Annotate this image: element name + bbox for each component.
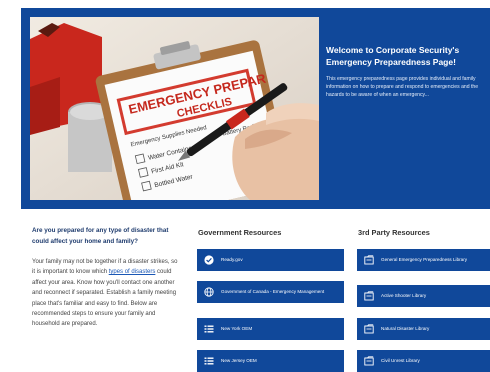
checklist-photo: EMERGENCY PREPAR CHECKLIS Emergency Supp… bbox=[30, 17, 319, 200]
globe-icon bbox=[203, 286, 215, 298]
library-icon bbox=[363, 290, 375, 302]
intro-heading: Are you prepared for any type of disaste… bbox=[32, 227, 169, 245]
government-of-canada-button[interactable]: Government of Canada - Emergency Managem… bbox=[197, 281, 344, 303]
government-resources-heading: Government Resources bbox=[198, 228, 282, 237]
hero-text: Welcome to Corporate Security's Emergenc… bbox=[326, 44, 486, 99]
hero-banner: EMERGENCY PREPAR CHECKLIS Emergency Supp… bbox=[21, 8, 490, 209]
third-party-resources-heading: 3rd Party Resources bbox=[358, 228, 430, 237]
new-york-oem-label: New York OEM bbox=[221, 326, 253, 331]
hero-photo: EMERGENCY PREPAR CHECKLIS Emergency Supp… bbox=[30, 17, 319, 200]
hero-description: This emergency preparedness page provide… bbox=[326, 76, 479, 98]
intro-body-text-2: could affect your area. Know how you'll … bbox=[32, 269, 177, 328]
ready-gov-button[interactable]: Ready.gov bbox=[197, 249, 344, 271]
general-emergency-library-label: General Emergency Preparedness Library bbox=[381, 257, 468, 262]
civil-unrest-library-button[interactable]: Civil Unrest Library bbox=[357, 350, 490, 372]
civil-unrest-library-label: Civil Unrest Library bbox=[381, 358, 420, 363]
natural-disaster-library-button[interactable]: Natural Disaster Library bbox=[357, 318, 490, 340]
active-shooter-library-button[interactable]: Active Shooter Library bbox=[357, 285, 490, 307]
library-icon bbox=[363, 323, 375, 335]
checkmark-circle-icon bbox=[203, 254, 215, 266]
government-of-canada-label: Government of Canada - Emergency Managem… bbox=[221, 289, 325, 294]
intro-body: Your family may not be together if a dis… bbox=[32, 257, 180, 330]
hero-title: Welcome to Corporate Security's Emergenc… bbox=[326, 45, 460, 67]
new-york-oem-button[interactable]: New York OEM bbox=[197, 318, 344, 340]
active-shooter-library-label: Active Shooter Library bbox=[381, 293, 427, 298]
general-emergency-library-button[interactable]: General Emergency Preparedness Library bbox=[357, 249, 490, 271]
list-icon bbox=[203, 323, 215, 335]
library-icon bbox=[363, 254, 375, 266]
new-jersey-oem-label: New Jersey OEM bbox=[221, 358, 257, 363]
types-of-disasters-link[interactable]: types of disasters bbox=[109, 269, 156, 275]
library-icon bbox=[363, 355, 375, 367]
list-icon bbox=[203, 355, 215, 367]
new-jersey-oem-button[interactable]: New Jersey OEM bbox=[197, 350, 344, 372]
natural-disaster-library-label: Natural Disaster Library bbox=[381, 326, 430, 331]
ready-gov-label: Ready.gov bbox=[221, 257, 243, 262]
intro-section: Are you prepared for any type of disaste… bbox=[32, 226, 180, 330]
